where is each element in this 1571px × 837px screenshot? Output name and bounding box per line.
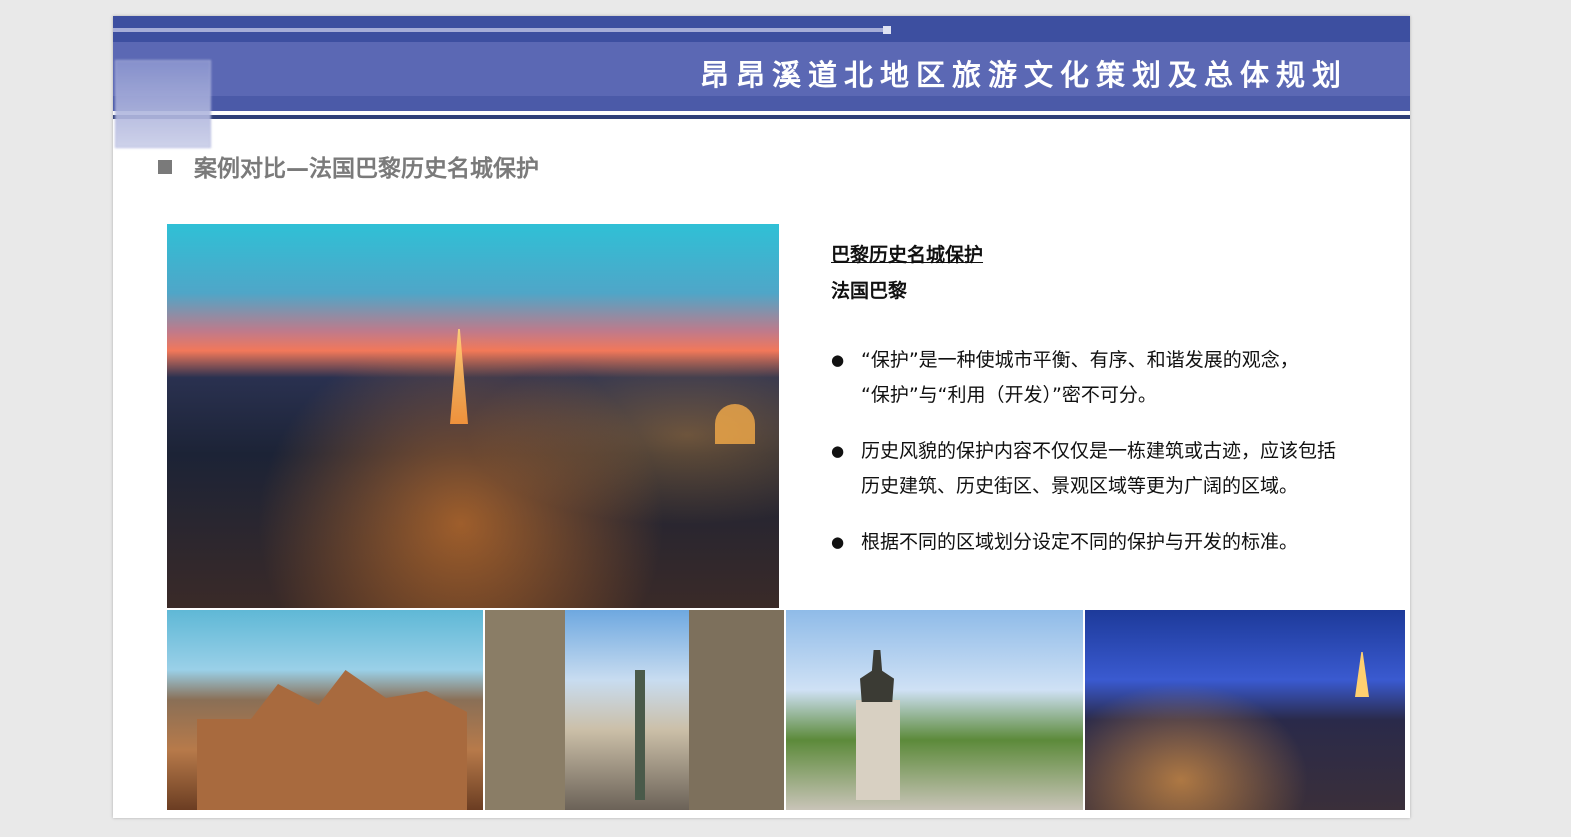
statue-shape [860,650,894,702]
bullet-line: 历史建筑、历史街区、景观区域等更为广阔的区域。 [861,475,1299,497]
logo [115,60,211,148]
castle-shape [197,670,467,810]
bullet-line: “保护”与“利用（开发）”密不可分。 [861,384,1157,406]
bullet-item: “保护”是一种使城市平衡、有序、和谐发展的观念， “保护”与“利用（开发）”密不… [831,343,1391,413]
section-title-text: 案例对比—法国巴黎历史名城保护 [194,156,539,182]
eiffel-tower-shape [1355,652,1369,697]
dome-shape [715,404,755,444]
bullet-line: “保护”是一种使城市平衡、有序、和谐发展的观念， [861,349,1299,371]
header-top-band [113,16,1410,42]
content-subheading: 法国巴黎 [831,280,908,302]
column-shape [635,670,645,800]
paris-dusk-photo [1085,610,1405,810]
pedestal-shape [856,700,900,800]
square-bullet-icon [158,160,172,174]
content-text: 巴黎历史名城保护 法国巴黎 “保护”是一种使城市平衡、有序、和谐发展的观念， “… [831,241,1391,581]
header-lower-band [113,96,1410,111]
header-title: 昂昂溪道北地区旅游文化策划及总体规划 [699,58,1348,92]
bullet-list: “保护”是一种使城市平衡、有序、和谐发展的观念， “保护”与“利用（开发）”密不… [831,343,1391,560]
section-title: 案例对比—法国巴黎历史名城保护 [158,149,539,183]
eiffel-tower-shape [450,329,468,424]
bullet-item: 历史风貌的保护内容不仅仅是一栋建筑或古迹，应该包括 历史建筑、历史街区、景观区域… [831,434,1391,504]
bullet-item: 根据不同的区域划分设定不同的保护与开发的标准。 [831,525,1391,560]
paris-night-aerial-photo [167,224,779,608]
vendome-column-photo [485,610,784,810]
header-stripe [113,28,883,32]
castle-photo [167,610,483,810]
content-heading: 巴黎历史名城保护 [831,244,984,266]
building-right-shape [689,610,784,810]
bullet-line: 历史风貌的保护内容不仅仅是一栋建筑或古迹，应该包括 [861,440,1337,462]
header-divider [113,115,1410,119]
header-stripe-mark [883,26,891,34]
bullet-line: 根据不同的区域划分设定不同的保护与开发的标准。 [861,531,1299,553]
building-left-shape [485,610,565,810]
equestrian-statue-photo [786,610,1083,810]
slide: 昂昂溪道北地区旅游文化策划及总体规划 案例对比—法国巴黎历史名城保护 巴黎历史名… [113,16,1410,818]
